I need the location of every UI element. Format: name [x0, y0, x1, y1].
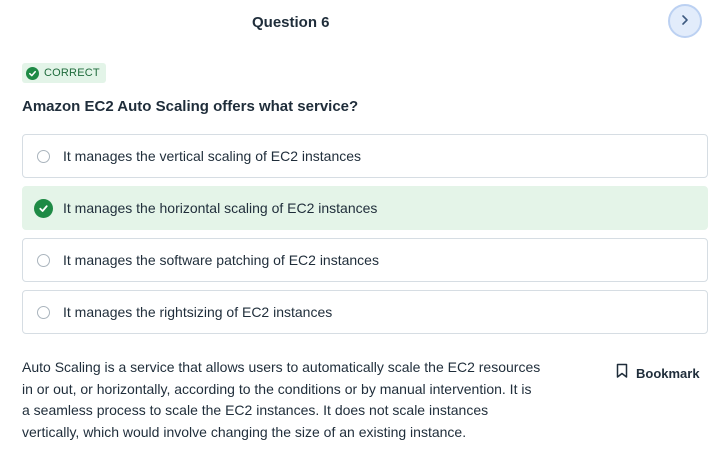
- answer-option-label: It manages the horizontal scaling of EC2…: [63, 200, 378, 216]
- next-question-button[interactable]: [668, 4, 702, 38]
- check-circle-icon: [26, 66, 39, 80]
- answer-option-label: It manages the rightsizing of EC2 instan…: [63, 304, 333, 320]
- answer-option[interactable]: It manages the rightsizing of EC2 instan…: [22, 290, 708, 334]
- answer-option[interactable]: It manages the software patching of EC2 …: [22, 238, 708, 282]
- bookmark-icon: [616, 363, 628, 384]
- answer-option-label: It manages the vertical scaling of EC2 i…: [63, 148, 362, 164]
- answer-explanation: Auto Scaling is a service that allows us…: [22, 359, 541, 440]
- answer-option-label: It manages the software patching of EC2 …: [63, 252, 379, 268]
- answer-option[interactable]: It manages the vertical scaling of EC2 i…: [22, 134, 708, 178]
- question-text: Amazon EC2 Auto Scaling offers what serv…: [22, 98, 359, 115]
- radio-unchecked-icon[interactable]: [37, 305, 50, 319]
- radio-unchecked-icon[interactable]: [37, 253, 50, 267]
- question-number-title: Question 6: [252, 14, 330, 31]
- bookmark-button[interactable]: Bookmark: [616, 363, 700, 384]
- status-badge: CORRECT: [22, 63, 106, 83]
- radio-unchecked-icon[interactable]: [37, 149, 50, 163]
- chevron-right-icon: [679, 13, 691, 30]
- status-badge-label: CORRECT: [44, 67, 100, 79]
- bookmark-label: Bookmark: [636, 366, 700, 381]
- check-circle-icon[interactable]: [34, 198, 53, 218]
- answer-option-selected[interactable]: It manages the horizontal scaling of EC2…: [22, 186, 708, 230]
- question-header: Question 6: [0, 0, 722, 48]
